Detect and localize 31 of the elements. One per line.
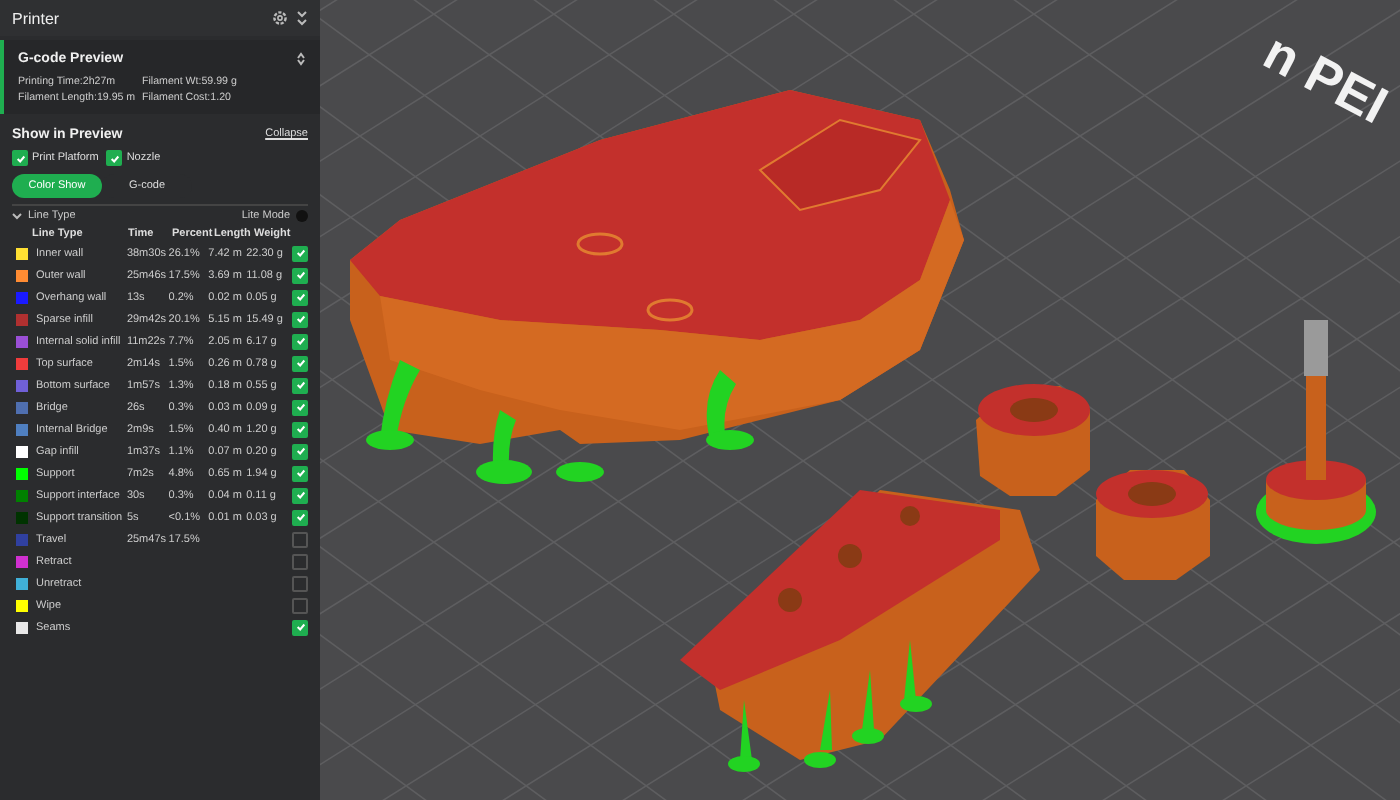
visibility-checkbox[interactable] — [292, 553, 309, 569]
visibility-checkbox[interactable] — [292, 355, 309, 371]
visibility-checkbox[interactable] — [292, 333, 309, 349]
panel-title: Printer — [12, 9, 62, 27]
visibility-checkbox[interactable] — [292, 531, 309, 547]
visibility-checkbox[interactable] — [292, 245, 309, 261]
visibility-checkbox[interactable] — [292, 311, 309, 327]
visibility-checkbox[interactable] — [292, 575, 309, 591]
build-plate-viewport[interactable]: n PEI — [320, 0, 1400, 800]
dropdown-chevron-icon[interactable] — [12, 211, 22, 219]
visibility-checkbox[interactable] — [292, 421, 309, 437]
printed-part-drawing[interactable] — [350, 90, 964, 484]
visibility-checkbox[interactable] — [292, 267, 309, 283]
bed-label: n PEI — [1254, 21, 1398, 136]
checkbox[interactable] — [12, 150, 28, 166]
visibility-checkbox[interactable] — [292, 619, 309, 635]
visibility-checkbox[interactable] — [292, 487, 309, 503]
visibility-checkbox[interactable] — [292, 597, 309, 613]
printed-part-drawing[interactable] — [680, 490, 1040, 772]
visibility-checkbox[interactable] — [292, 289, 309, 305]
settings-icon[interactable] — [272, 10, 288, 26]
visibility-checkbox[interactable] — [292, 443, 309, 459]
chevron-icon[interactable] — [296, 10, 308, 26]
printed-tower-drawing[interactable] — [1256, 320, 1376, 544]
visibility-checkbox[interactable] — [292, 465, 309, 481]
visibility-checkbox[interactable] — [292, 399, 309, 415]
lite-mode-toggle[interactable] — [296, 209, 308, 221]
visibility-checkbox[interactable] — [292, 509, 309, 525]
collapse-icon[interactable] — [296, 51, 306, 65]
visibility-checkbox[interactable] — [292, 377, 309, 393]
checkbox[interactable] — [106, 150, 123, 166]
